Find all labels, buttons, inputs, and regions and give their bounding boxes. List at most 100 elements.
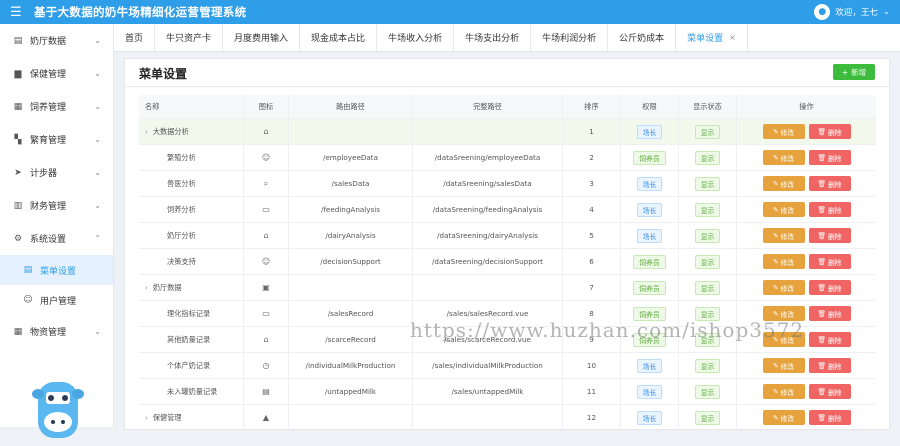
delete-button[interactable]: 🗑 删除	[808, 202, 851, 217]
chevron-right-icon[interactable]: ›	[145, 414, 148, 422]
grid-icon: ▦	[13, 101, 23, 112]
edit-button[interactable]: ✎ 修改	[762, 124, 805, 139]
cell-permission: 场长	[621, 197, 679, 222]
status-badge: 显示	[694, 176, 721, 191]
sidebar-item-breeding[interactable]: ▚ 繁育管理 ⌄	[0, 123, 113, 156]
cell-status: 显示	[679, 197, 737, 222]
sidebar-item-materials[interactable]: ▦ 物资管理 ⌄	[0, 315, 113, 348]
status-badge: 显示	[694, 410, 721, 425]
cell-order: 7	[563, 275, 621, 300]
add-button[interactable]: + 新增	[833, 64, 875, 80]
cell-actions: ✎ 修改 🗑 删除	[737, 197, 876, 222]
chevron-right-icon[interactable]: ›	[145, 128, 148, 136]
sidebar-item-feeding[interactable]: ▦ 饲养管理 ⌄	[0, 90, 113, 123]
tab-profit-analysis[interactable]: 牛场利润分析	[531, 24, 609, 51]
table-row: 个体产奶记录 ◷ /individualMilkProduction/sales/i…	[139, 353, 876, 379]
delete-button[interactable]: 🗑 删除	[808, 358, 851, 373]
edit-button[interactable]: ✎ 修改	[762, 176, 805, 191]
row-icon: ⌂	[263, 231, 269, 240]
permission-badge: 饲养员	[633, 306, 666, 321]
table-icon: ▤	[13, 35, 23, 46]
cell-icon: ▭	[244, 301, 289, 326]
cell-path: /dataSreening/feedingAnalysis	[413, 197, 563, 222]
col-header-actions: 操作	[799, 101, 814, 111]
delete-button[interactable]: 🗑 删除	[808, 124, 851, 139]
cell-order: 6	[563, 249, 621, 274]
row-icon: ☺	[261, 153, 271, 162]
edit-button[interactable]: ✎ 修改	[762, 410, 805, 425]
divider	[125, 86, 889, 87]
edit-button[interactable]: ✎ 修改	[762, 384, 805, 399]
edit-button[interactable]: ✎ 修改	[762, 228, 805, 243]
tab-milk-cost[interactable]: 公斤奶成本	[608, 24, 677, 51]
chevron-right-icon[interactable]: ›	[145, 284, 148, 292]
cell-name: › 大数据分析	[139, 119, 244, 144]
delete-button[interactable]: 🗑 删除	[808, 254, 851, 269]
delete-button[interactable]: 🗑 删除	[808, 306, 851, 321]
user-greeting: 欢迎，王七	[835, 8, 878, 18]
edit-button[interactable]: ✎ 修改	[762, 306, 805, 321]
edit-button[interactable]: ✎ 修改	[762, 150, 805, 165]
sidebar-item-health[interactable]: ▆ 保健管理 ⌄	[0, 57, 113, 90]
sidebar-item-pedometer[interactable]: ➤ 计步器 ⌄	[0, 156, 113, 189]
tab-menu-settings[interactable]: 菜单设置 ×	[676, 24, 748, 51]
tab-monthly-expense[interactable]: 月度费用输入	[223, 24, 301, 51]
edit-button[interactable]: ✎ 修改	[762, 202, 805, 217]
edit-icon: ✎	[772, 179, 779, 188]
edit-button[interactable]: ✎ 修改	[762, 358, 805, 373]
table-row: 奶厅分析 ⌂ /dairyAnalysis/dataSreening/dairyAn…	[139, 223, 876, 249]
col-header-route: 路由路径	[289, 95, 413, 118]
cell-actions: ✎ 修改 🗑 删除	[737, 275, 876, 300]
edit-button[interactable]: ✎ 修改	[762, 254, 805, 269]
cell-name: 决策支持	[139, 249, 244, 274]
delete-button[interactable]: 🗑 删除	[808, 150, 851, 165]
permission-badge: 场长	[636, 384, 663, 399]
delete-button[interactable]: 🗑 删除	[808, 280, 851, 295]
status-badge: 显示	[694, 124, 721, 139]
tab-expense-analysis[interactable]: 牛场支出分析	[454, 24, 532, 51]
cell-name: 繁殖分析	[139, 145, 244, 170]
trash-icon: 🗑	[817, 387, 827, 396]
cell-icon: ⌕	[244, 171, 289, 196]
edit-button[interactable]: ✎ 修改	[762, 280, 805, 295]
chevron-down-icon: ⌄	[94, 36, 101, 45]
delete-button[interactable]: 🗑 删除	[808, 332, 851, 347]
tab-home[interactable]: 首页	[114, 24, 156, 51]
cell-status: 显示	[679, 379, 737, 404]
delete-button[interactable]: 🗑 删除	[808, 176, 851, 191]
close-icon[interactable]: ×	[729, 33, 736, 42]
edit-icon: ✎	[772, 153, 779, 162]
delete-button[interactable]: 🗑 删除	[808, 384, 851, 399]
cell-route: /decisionSupport	[289, 249, 413, 274]
user-menu[interactable]: ● 欢迎，王七 ⌄	[814, 4, 890, 20]
cell-route	[289, 119, 413, 144]
edit-button[interactable]: ✎ 修改	[762, 332, 805, 347]
col-header-path: 完整路径	[413, 95, 563, 118]
delete-button[interactable]: 🗑 删除	[808, 410, 851, 425]
row-icon: ▤	[262, 387, 270, 396]
sidebar-item-finance[interactable]: ▥ 财务管理 ⌄	[0, 189, 113, 222]
user-icon: ☺	[23, 295, 33, 305]
cell-path	[413, 119, 563, 144]
sidebar-item-settings[interactable]: ⚙ 系统设置 ⌃	[0, 222, 113, 255]
tab-cattle-asset-card[interactable]: 牛只资产卡	[155, 24, 224, 51]
trash-icon: 🗑	[817, 231, 827, 240]
sidebar-item-user-management[interactable]: ☺ 用户管理	[0, 285, 113, 315]
cell-icon: ☺	[244, 249, 289, 274]
cell-route: /salesData	[289, 171, 413, 196]
sidebar-item-menu-settings[interactable]: ▤ 菜单设置	[0, 255, 113, 285]
chevron-down-icon: ⌄	[882, 7, 890, 17]
sidebar-item-dairy-data[interactable]: ▤ 奶厅数据 ⌄	[0, 24, 113, 57]
cell-order: 2	[563, 145, 621, 170]
cell-route: /dairyAnalysis	[289, 223, 413, 248]
tab-income-analysis[interactable]: 牛场收入分析	[377, 24, 455, 51]
status-badge: 显示	[694, 384, 721, 399]
delete-button[interactable]: 🗑 删除	[808, 228, 851, 243]
page-title: 菜单设置	[139, 67, 188, 81]
cell-route	[289, 275, 413, 300]
row-icon: ▭	[262, 309, 270, 318]
hamburger-icon[interactable]: ☰	[10, 6, 24, 19]
tab-cash-cost[interactable]: 现金成本占比	[300, 24, 378, 51]
cell-icon: ◷	[244, 353, 289, 378]
row-icon: ▣	[262, 283, 270, 292]
